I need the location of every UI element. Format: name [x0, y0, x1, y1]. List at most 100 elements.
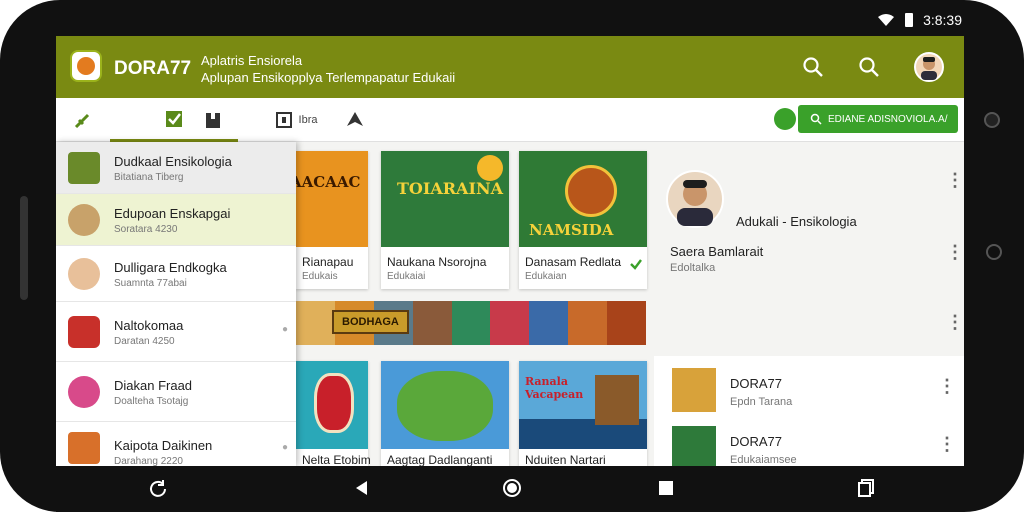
list-item-sub: Epdn Tarana [730, 396, 793, 408]
search-chip-icon [810, 113, 822, 125]
app-name: DORA77 [114, 58, 192, 79]
tab-leaf[interactable] [56, 98, 110, 142]
card-poster: TOIARAINA [381, 151, 509, 247]
list-thumbnail [672, 368, 716, 412]
drawer-item-indicator-icon: ● [281, 442, 288, 453]
drawer-item-sub: Bitatiana Tiberg [114, 172, 184, 183]
search-chip[interactable]: EDIANE ADISNOVIOLA.A/ [798, 105, 958, 133]
home-icon [347, 112, 363, 126]
user-avatar[interactable] [914, 52, 944, 82]
content-card[interactable]: Aagtag Dadlanganti [381, 361, 509, 466]
app-subtitle-line1: Aplatris Ensiorela [201, 53, 303, 68]
search-icon-secondary[interactable] [858, 56, 880, 78]
app-subtitle-line2: Aplupan Ensikopplya Terlempapatur Edukai… [201, 70, 456, 85]
more-icon[interactable]: ⋮ [946, 312, 964, 333]
rotate-icon[interactable] [148, 478, 168, 498]
search-icon[interactable] [802, 56, 824, 78]
drawer-item-icon [68, 258, 100, 290]
list-item[interactable]: DORA77 Epdn Tarana ⋮ [654, 362, 964, 412]
drawer-item-sub: Doalteha Tsotajg [114, 396, 189, 407]
content-card[interactable]: Nelta Etobim [296, 361, 371, 466]
drawer-item-sub: Suamnta 77abai [114, 278, 187, 289]
list-item[interactable]: DORA77 Edukaiamsee ⋮ [654, 420, 964, 466]
drawer-item-icon [68, 376, 100, 408]
card-title: Naukana Nsorojna [387, 255, 487, 269]
more-icon[interactable]: ⋮ [938, 376, 956, 397]
tab-image[interactable]: Ibra [260, 98, 332, 142]
drawer-item-icon [68, 316, 100, 348]
right-panel: Adukali - Ensikologia Saera Bamlarait Ed… [650, 142, 964, 358]
leaf-badge-icon[interactable] [774, 108, 796, 130]
tab-image-label: Ibra [298, 114, 318, 126]
more-icon[interactable]: ⋮ [946, 170, 964, 191]
card-title: Aagtag Dadlanganti [387, 453, 493, 466]
list-item-title: DORA77 [730, 376, 783, 391]
drawer-item-indicator-icon: ● [281, 324, 288, 335]
phone-frame: 3:8:39 DORA77 Aplatris Ensiorela Aplupan… [0, 0, 1024, 512]
right-list: DORA77 Epdn Tarana ⋮ DORA77 Edukaiamsee … [654, 356, 964, 466]
more-icon[interactable]: ⋮ [946, 242, 964, 263]
drawer-item[interactable]: Dudkaal Ensikologia Bitatiana Tiberg [56, 142, 296, 194]
drawer-item-title: Kaipota Daikinen [114, 438, 213, 453]
content-card[interactable]: AACAAC Rianapau Edukais [290, 151, 368, 289]
side-button[interactable] [986, 244, 1002, 260]
drawer-item-title: Naltokomaa [114, 318, 184, 333]
battery-icon [905, 13, 914, 27]
app-logo[interactable] [70, 50, 102, 82]
drawer-item-sub: Darahang 2220 [114, 456, 183, 466]
overview-icon[interactable] [856, 478, 876, 498]
profile-avatar[interactable] [666, 170, 724, 228]
front-camera [984, 112, 1000, 128]
list-thumbnail [672, 426, 716, 466]
drawer-item[interactable]: Diakan Fraad Doalteha Tsotajg [56, 362, 296, 422]
drawer-item-sub: Daratan 4250 [114, 336, 175, 347]
list-item-title: DORA77 [730, 434, 783, 449]
drawer-item[interactable]: Dulligara Endkogka Suamnta 77abai [56, 246, 296, 302]
drawer-item-icon [68, 432, 100, 464]
strip-banner: BODHAGA [332, 310, 409, 334]
drawer-item-sub: Soratara 4230 [114, 224, 178, 235]
drawer-item-title: Dudkaal Ensikologia [114, 154, 232, 169]
drawer-item-title: Dulligara Endkogka [114, 260, 227, 275]
content-card[interactable]: Ranala Vacapean Nduiten Nartari [519, 361, 647, 466]
drawer-item[interactable]: Kaipota Daikinen Darahang 2220 ● [56, 422, 296, 466]
profile-name: Saera Bamlarait [670, 244, 764, 259]
card-poster [381, 361, 509, 449]
card-title: Nduiten Nartari [525, 453, 606, 466]
card-title: Rianapau [302, 255, 354, 269]
list-item-sub: Edukaiamsee [730, 454, 797, 466]
book-icon [206, 113, 220, 128]
screen: 3:8:39 DORA77 Aplatris Ensiorela Aplupan… [56, 4, 964, 466]
tab-home[interactable] [330, 98, 380, 142]
drawer-item[interactable]: Edupoan Enskapgai Soratara 4230 [56, 194, 296, 246]
drawer-item[interactable]: Naltokomaa Daratan 4250 ● [56, 302, 296, 362]
checklist-icon [166, 110, 182, 127]
more-icon[interactable]: ⋮ [938, 434, 956, 455]
content-card[interactable]: TOIARAINA Naukana Nsorojna Edukaiai [381, 151, 509, 289]
drawer-item-title: Diakan Fraad [114, 378, 193, 393]
recents-icon[interactable] [656, 478, 676, 498]
back-icon[interactable] [352, 478, 372, 498]
app-bar: DORA77 Aplatris Ensiorela Aplupan Ensiko… [56, 36, 964, 98]
content-card[interactable]: NAMSIDA Danasam Redlata Edukaian [519, 151, 647, 289]
card-poster [296, 361, 368, 449]
card-subtitle: Edukais [302, 271, 338, 282]
status-bar: 3:8:39 [56, 4, 964, 36]
card-poster: NAMSIDA [519, 151, 647, 247]
leaf-icon [74, 113, 90, 129]
poster-title: Ranala Vacapean [525, 375, 584, 401]
system-nav-bar [56, 466, 964, 512]
speaker-grille [20, 196, 28, 300]
card-title: Nelta Etobim [302, 453, 371, 466]
card-title: Danasam Redlata [525, 255, 622, 269]
drawer-item-icon [68, 152, 100, 184]
image-icon [275, 112, 292, 128]
poster-title: NAMSIDA [529, 221, 614, 239]
wifi-icon [878, 14, 895, 26]
home-button-icon[interactable] [502, 478, 522, 498]
check-icon [630, 259, 642, 270]
tab-book[interactable] [186, 98, 240, 142]
profile-sub: Edoltalka [670, 262, 716, 274]
status-time: 3:8:39 [923, 12, 962, 28]
profile-heading: Adukali - Ensikologia [736, 214, 857, 229]
